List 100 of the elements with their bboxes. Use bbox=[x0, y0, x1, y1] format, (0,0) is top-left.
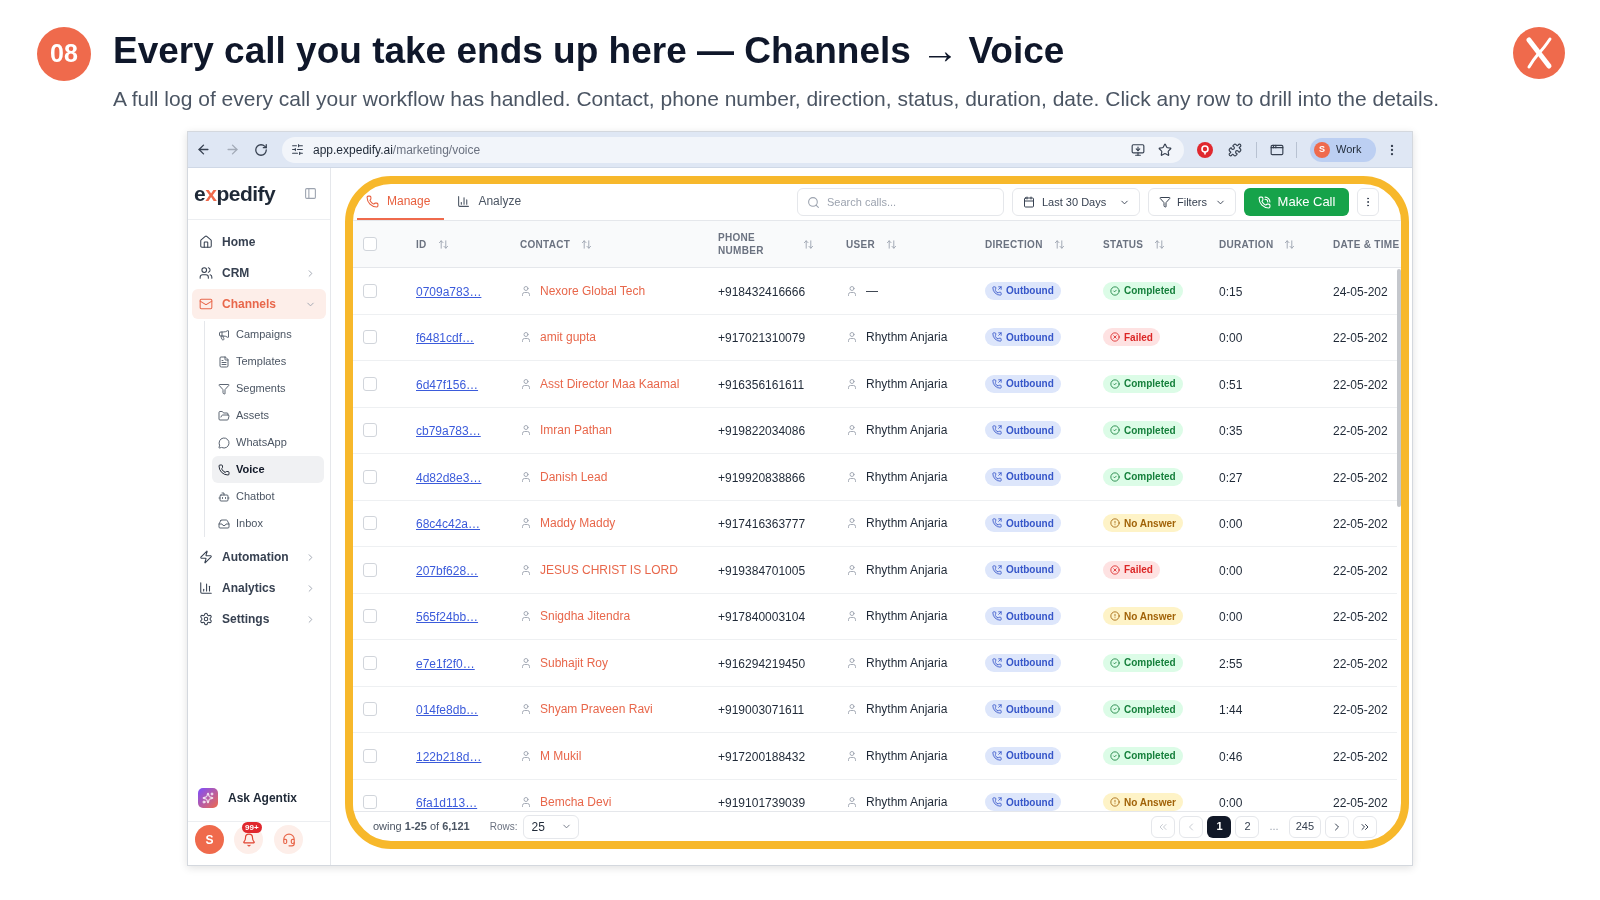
window-icon[interactable] bbox=[1270, 142, 1284, 157]
pin-icon[interactable] bbox=[1197, 141, 1213, 158]
column-header[interactable]: DURATION bbox=[1219, 237, 1274, 251]
more-options-button[interactable] bbox=[1357, 188, 1379, 216]
phone-number: +917416363777 bbox=[718, 517, 806, 532]
step-number: 08 bbox=[37, 27, 91, 81]
call-id-link[interactable]: 565f24bb… bbox=[416, 610, 479, 625]
pagination-ellipsis: ... bbox=[1268, 819, 1280, 835]
side-panel-icon[interactable] bbox=[304, 187, 317, 200]
sidebar-subitem[interactable]: Templates bbox=[212, 348, 324, 375]
row-checkbox[interactable] bbox=[363, 469, 377, 484]
sort-icon[interactable] bbox=[803, 238, 814, 250]
row-checkbox[interactable] bbox=[363, 516, 377, 531]
rows-select[interactable]: 25 bbox=[523, 814, 580, 839]
row-checkbox[interactable] bbox=[363, 283, 377, 298]
bookmark-star-icon[interactable] bbox=[1158, 142, 1172, 157]
column-header[interactable]: CONTACT bbox=[520, 237, 571, 251]
search-field[interactable]: Search calls... bbox=[797, 188, 1004, 216]
call-id-link[interactable]: cb79a783… bbox=[416, 424, 481, 439]
tab[interactable]: Analyze bbox=[448, 184, 536, 220]
column-header[interactable]: USER bbox=[846, 237, 875, 251]
puzzle-icon[interactable] bbox=[1228, 142, 1242, 157]
call-id-link[interactable]: 6d47f156… bbox=[416, 377, 479, 392]
sidebar-item[interactable]: Home bbox=[192, 227, 326, 257]
page-button[interactable]: 1 bbox=[1207, 815, 1232, 838]
sidebar-subitem[interactable]: Inbox bbox=[212, 510, 324, 537]
chat-bubble-icon bbox=[218, 436, 230, 449]
sidebar-subitem[interactable]: Voice bbox=[212, 456, 324, 483]
direction-label: Outbound bbox=[1006, 377, 1054, 392]
column-header[interactable]: PHONE NUMBER bbox=[718, 231, 792, 257]
call-duration: 0:46 bbox=[1219, 749, 1243, 764]
call-id-link[interactable]: 207bf628… bbox=[416, 563, 479, 578]
ask-agentix-button[interactable]: Ask Agentix bbox=[192, 783, 326, 813]
person-icon bbox=[846, 796, 858, 809]
sidebar-item[interactable]: Settings bbox=[192, 604, 326, 634]
reload-icon[interactable] bbox=[254, 142, 268, 157]
address-bar[interactable]: app.expedify.ai/marketing/voice bbox=[282, 136, 1184, 163]
date-range-dropdown[interactable]: Last 30 Days bbox=[1012, 188, 1140, 216]
call-id-link[interactable]: 014fe8db… bbox=[416, 703, 479, 718]
row-checkbox[interactable] bbox=[363, 562, 377, 577]
call-id-link[interactable]: e7e1f2f0… bbox=[416, 656, 475, 671]
url-text[interactable]: app.expedify.ai/marketing/voice bbox=[313, 140, 481, 159]
sidebar-subitem[interactable]: Chatbot bbox=[212, 483, 324, 510]
x-circle-icon bbox=[1110, 564, 1120, 575]
row-checkbox[interactable] bbox=[363, 795, 377, 810]
sidebar-subitem[interactable]: WhatsApp bbox=[212, 429, 324, 456]
user-name: Rhythm Anjaria bbox=[866, 468, 948, 486]
bell-icon[interactable] bbox=[234, 825, 263, 854]
profile-chip[interactable]: S Work bbox=[1310, 137, 1376, 162]
call-id-link[interactable]: 0709a783… bbox=[416, 284, 482, 299]
page-button[interactable]: 245 bbox=[1288, 815, 1321, 838]
sort-icon[interactable] bbox=[581, 238, 593, 250]
sidebar-subitem[interactable]: Campaigns bbox=[212, 321, 324, 348]
row-checkbox[interactable] bbox=[363, 655, 377, 670]
row-checkbox[interactable] bbox=[363, 609, 377, 624]
phone-number: +916294219450 bbox=[718, 656, 806, 671]
brand-logo: expedify bbox=[194, 180, 276, 207]
back-icon[interactable] bbox=[196, 142, 211, 157]
call-id-link[interactable]: 68c4c42a… bbox=[416, 517, 481, 532]
outgoing-call-icon bbox=[992, 797, 1002, 808]
sidebar-subitem[interactable]: Segments bbox=[212, 375, 324, 402]
scrollbar-thumb[interactable] bbox=[1397, 269, 1401, 507]
sort-icon[interactable] bbox=[1154, 238, 1166, 250]
status-label: Completed bbox=[1124, 470, 1176, 485]
next-page-button[interactable] bbox=[1325, 815, 1349, 838]
row-checkbox[interactable] bbox=[363, 702, 377, 717]
sidebar-subitem[interactable]: Assets bbox=[212, 402, 324, 429]
page-button[interactable]: 2 bbox=[1235, 815, 1260, 838]
user-name: Rhythm Anjaria bbox=[866, 654, 948, 672]
filters-dropdown[interactable]: Filters bbox=[1148, 188, 1236, 216]
column-header[interactable]: DATE & TIME bbox=[1333, 237, 1400, 251]
person-icon bbox=[846, 424, 858, 437]
monitor-download-icon[interactable] bbox=[1131, 142, 1145, 157]
row-checkbox[interactable] bbox=[363, 423, 377, 438]
row-checkbox[interactable] bbox=[363, 748, 377, 763]
sidebar-item[interactable]: Analytics bbox=[192, 573, 326, 603]
sort-icon[interactable] bbox=[437, 238, 449, 250]
select-all-checkbox[interactable] bbox=[363, 237, 377, 251]
sidebar-item[interactable]: Automation bbox=[192, 542, 326, 572]
sort-icon[interactable] bbox=[1053, 238, 1065, 250]
sliders-icon[interactable] bbox=[291, 143, 304, 156]
rows-label: Rows: bbox=[489, 820, 518, 834]
call-id-link[interactable]: 122b218d… bbox=[416, 749, 482, 764]
sidebar-item[interactable]: CRM bbox=[192, 258, 326, 288]
sort-icon[interactable] bbox=[1284, 238, 1296, 250]
call-id-link[interactable]: f6481cdf… bbox=[416, 331, 475, 346]
call-id-link[interactable]: 6fa1d113… bbox=[416, 796, 478, 811]
row-checkbox[interactable] bbox=[363, 376, 377, 391]
phone-icon bbox=[218, 463, 230, 476]
call-id-link[interactable]: 4d82d8e3… bbox=[416, 470, 482, 485]
sort-icon[interactable] bbox=[886, 238, 897, 250]
last-page-button[interactable] bbox=[1353, 815, 1377, 838]
row-checkbox[interactable] bbox=[363, 330, 377, 345]
status-label: Completed bbox=[1124, 656, 1176, 671]
headset-icon[interactable] bbox=[274, 825, 303, 854]
column-header[interactable]: ID bbox=[416, 237, 427, 251]
phone-number: +919003071611 bbox=[718, 703, 805, 718]
person-icon bbox=[846, 331, 858, 344]
column-header[interactable]: DIRECTION bbox=[985, 237, 1043, 251]
column-header[interactable]: STATUS bbox=[1103, 237, 1144, 251]
